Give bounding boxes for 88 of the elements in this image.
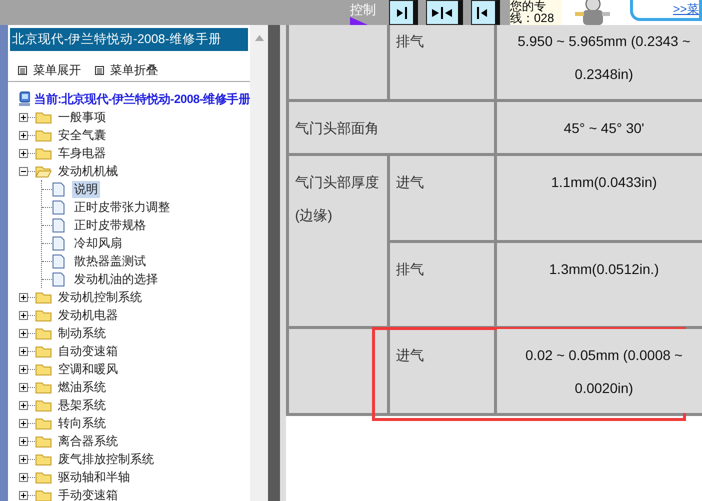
list-icon	[95, 66, 104, 75]
current-location: 当前:北京现代-伊兰特悦动-2008-维修手册	[34, 90, 250, 108]
table-cell: 气门头部厚度(边缘)	[289, 156, 387, 326]
banner-ad[interactable]: 您的专 线：028 >>菜	[510, 0, 702, 25]
tree-item[interactable]: 驱动轴和半轴	[56, 468, 132, 486]
tree-item[interactable]: 发动机油的选择	[72, 270, 160, 288]
expand-icon[interactable]	[19, 292, 28, 302]
folder-icon	[35, 416, 52, 430]
expand-icon[interactable]	[19, 148, 28, 158]
page-icon	[52, 200, 65, 214]
folder-icon	[35, 290, 52, 304]
page-icon	[52, 236, 65, 250]
expand-icon[interactable]	[19, 490, 28, 500]
tree-item[interactable]: 制动系统	[56, 324, 108, 342]
tree-item[interactable]: 废气排放控制系统	[56, 450, 156, 468]
tree-item[interactable]: 悬架系统	[56, 396, 108, 414]
tree-item[interactable]: 自动变速箱	[56, 342, 120, 360]
tree-item[interactable]: 正时皮带张力调整	[72, 198, 172, 216]
table-cell: 排气	[396, 261, 424, 277]
table-cell: 进气	[396, 174, 424, 190]
folder-icon	[35, 398, 52, 412]
folder-icon	[35, 452, 52, 466]
tree-item[interactable]: 发动机机械	[56, 162, 120, 180]
folder-icon	[35, 308, 52, 322]
folder-icon	[35, 164, 52, 178]
folder-icon	[35, 146, 52, 160]
table-cell: 5.950 ~ 5.965mm (0.2343 ~ 0.2348in)	[497, 25, 702, 99]
computer-icon	[18, 91, 30, 107]
table-cell: 0.02 ~ 0.05mm (0.0008 ~ 0.0020in)	[497, 329, 702, 413]
double-arrow-icon	[431, 6, 454, 18]
tree-item[interactable]: 空调和暖风	[56, 360, 120, 378]
tree-item[interactable]: 燃油系统	[56, 378, 108, 396]
table-cell: 45° ~ 45° 30'	[497, 102, 702, 153]
tree-item[interactable]: 发动机电器	[56, 306, 120, 324]
folder-icon	[35, 380, 52, 394]
control-label: 控制	[350, 2, 376, 17]
page-icon	[52, 254, 65, 268]
expand-icon[interactable]	[19, 382, 28, 392]
tree-item[interactable]: 一般事项	[56, 108, 108, 126]
table-cell: 1.3mm(0.0512in.)	[497, 243, 702, 326]
expand-icon[interactable]	[19, 418, 28, 428]
tree-item[interactable]: 说明	[72, 180, 100, 198]
table-cell: 排气	[396, 33, 424, 49]
table-cell: 进气	[396, 347, 424, 363]
tree-item[interactable]: 手动变速箱	[56, 486, 120, 501]
menu-action-link[interactable]: 菜单展开	[33, 62, 81, 79]
page-icon	[52, 272, 65, 286]
tree-item[interactable]: 散热器盖测试	[72, 252, 148, 270]
folder-icon	[35, 362, 52, 376]
collapse-right-button[interactable]	[388, 0, 418, 25]
banner-text: 您的专	[510, 0, 547, 12]
expand-icon[interactable]	[19, 472, 28, 482]
tree-item[interactable]: 转向系统	[56, 414, 108, 432]
collapse-icon[interactable]	[19, 166, 28, 176]
expand-icon[interactable]	[19, 346, 28, 356]
expand-icon[interactable]	[19, 436, 28, 446]
folder-icon	[35, 344, 52, 358]
page-icon	[52, 182, 65, 196]
expand-icon[interactable]	[19, 130, 28, 140]
list-icon	[18, 66, 27, 75]
triangle-icon	[350, 17, 368, 25]
banner-text: 线：028	[510, 12, 555, 24]
right-arrow-icon	[394, 6, 408, 18]
folder-icon	[35, 110, 52, 124]
manual-title: 北京现代-伊兰特悦动-2008-维修手册	[10, 28, 248, 51]
tree-item[interactable]: 发动机控制系统	[56, 288, 144, 306]
folder-icon	[35, 488, 52, 501]
tree-item[interactable]: 正时皮带规格	[72, 216, 148, 234]
expand-icon[interactable]	[19, 310, 28, 320]
folder-icon	[35, 470, 52, 484]
table-cell: 气门头部面角	[289, 102, 494, 153]
tree-item[interactable]: 离合器系统	[56, 432, 120, 450]
page-icon	[52, 218, 65, 232]
menu-action-link[interactable]: 菜单折叠	[110, 62, 158, 79]
folder-icon	[35, 128, 52, 142]
folder-icon	[35, 326, 52, 340]
table-cell: 1.1mm(0.0433in)	[497, 156, 702, 240]
expand-icon[interactable]	[19, 400, 28, 410]
expand-icon[interactable]	[19, 328, 28, 338]
expand-icon[interactable]	[19, 112, 28, 122]
split-view-button[interactable]	[426, 0, 463, 25]
expand-left-button[interactable]	[470, 0, 500, 25]
tree-item[interactable]: 安全气囊	[56, 126, 108, 144]
tree-item[interactable]: 冷却风扇	[72, 234, 124, 252]
folder-icon	[35, 434, 52, 448]
expand-icon[interactable]	[19, 364, 28, 374]
expand-icon[interactable]	[19, 454, 28, 464]
tree-item[interactable]: 车身电器	[56, 144, 108, 162]
